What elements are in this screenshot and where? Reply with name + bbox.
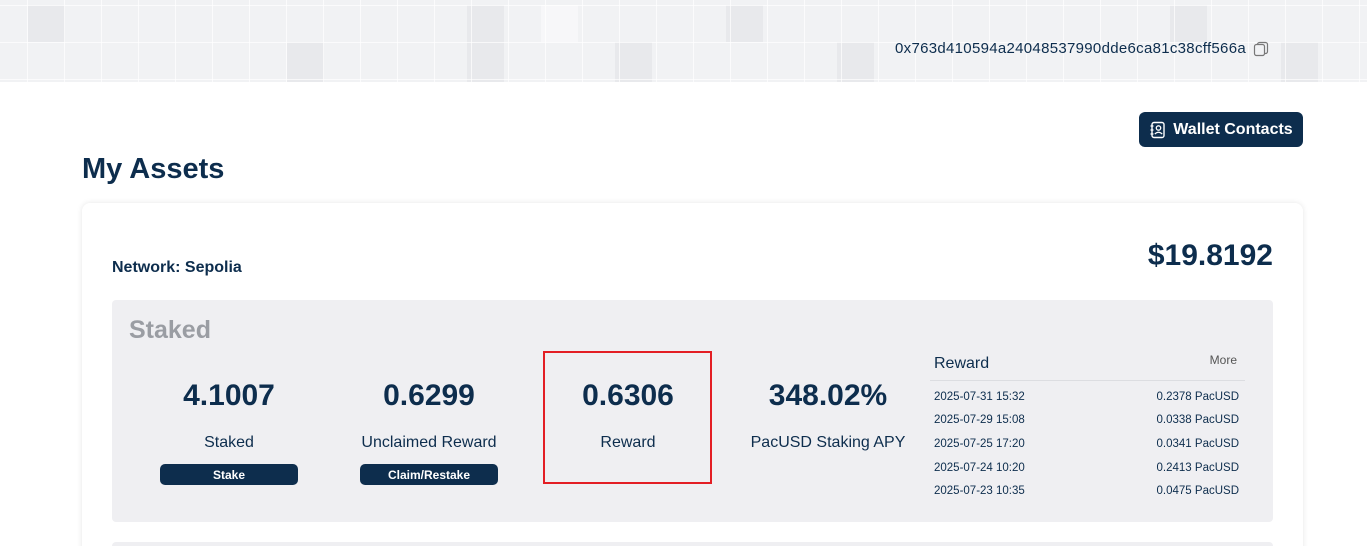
copy-icon[interactable] [1253,41,1269,57]
stat-staked: 4.1007 Staked Stake [144,378,314,485]
reward-date: 2025-07-24 10:20 [934,461,1025,474]
more-link[interactable]: More [1210,353,1237,367]
staked-panel: Staked 4.1007 Staked Stake 0.6299 Unclai… [112,300,1273,522]
stat-value: 4.1007 [183,379,275,412]
reward-amount: 0.2378 PacUSD [1156,390,1239,403]
wallet-address-text: 0x763d410594a24048537990dde6ca81c38cff56… [895,40,1246,57]
stat-apy: 348.02% PacUSD Staking APY [743,378,913,455]
reward-history: Reward More 2025-07-31 15:32 0.2378 PacU… [930,350,1245,503]
reward-rows: 2025-07-31 15:32 0.2378 PacUSD 2025-07-2… [930,381,1245,503]
reward-date: 2025-07-25 17:20 [934,437,1025,450]
reward-date: 2025-07-29 15:08 [934,414,1025,427]
staked-panel-title: Staked [129,316,211,344]
reward-date: 2025-07-31 15:32 [934,390,1025,403]
reward-row: 2025-07-25 17:20 0.0341 PacUSD [930,432,1245,456]
wallet-contacts-label: Wallet Contacts [1173,120,1293,138]
reward-amount: 0.0341 PacUSD [1156,437,1239,450]
reward-row: 2025-07-23 10:35 0.0475 PacUSD [930,479,1245,503]
stat-label: Staked [204,434,254,451]
claim-restake-button[interactable]: Claim/Restake [360,464,498,485]
wallet-contacts-button[interactable]: Wallet Contacts [1139,112,1303,147]
stat-value: 0.6299 [383,379,475,412]
reward-amount: 0.0475 PacUSD [1156,485,1239,498]
stat-label: PacUSD Staking APY [750,434,906,451]
highlight-box [543,351,712,484]
reward-row: 2025-07-29 15:08 0.0338 PacUSD [930,409,1245,433]
stat-label: Unclaimed Reward [361,434,497,451]
stake-button[interactable]: Stake [160,464,298,485]
reward-row: 2025-07-24 10:20 0.2413 PacUSD [930,456,1245,480]
contacts-book-icon [1150,121,1165,138]
page-title: My Assets [82,153,225,185]
reward-date: 2025-07-23 10:35 [934,485,1025,498]
total-value: $19.8192 [1147,239,1273,272]
reward-row: 2025-07-31 15:32 0.2378 PacUSD [930,385,1245,409]
reward-amount: 0.2413 PacUSD [1156,461,1239,474]
reward-history-title: Reward [934,355,990,372]
reward-amount: 0.0338 PacUSD [1156,414,1239,427]
assets-card: Network: Sepolia $19.8192 Staked 4.1007 … [82,203,1303,546]
wallet-address: 0x763d410594a24048537990dde6ca81c38cff56… [895,40,1269,57]
stat-unclaimed-reward: 0.6299 Unclaimed Reward Claim/Restake [344,378,514,485]
top-header: 0x763d410594a24048537990dde6ca81c38cff56… [0,0,1367,82]
reward-history-header: Reward More [930,350,1245,381]
next-panel [112,542,1273,546]
stat-value: 348.02% [768,379,888,412]
network-label: Network: Sepolia [112,259,242,276]
